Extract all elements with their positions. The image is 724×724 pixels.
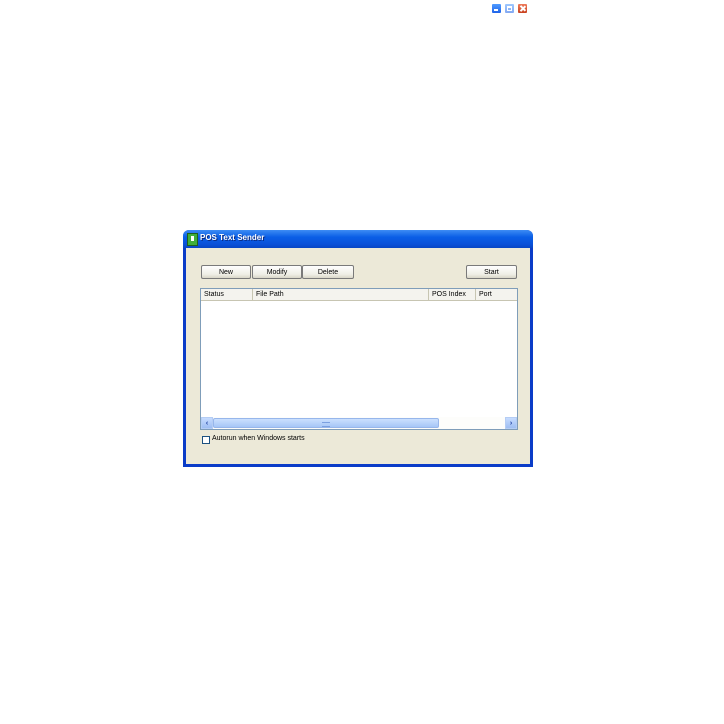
minimize-icon[interactable]: [491, 3, 502, 14]
column-header-file-path[interactable]: File Path: [253, 289, 429, 300]
modify-button[interactable]: Modify: [252, 265, 302, 279]
column-header-port[interactable]: Port: [476, 289, 517, 300]
window-title: POS Text Sender: [200, 233, 265, 242]
delete-button[interactable]: Delete: [302, 265, 354, 279]
scroll-left-icon[interactable]: ‹: [201, 417, 213, 429]
autorun-checkbox[interactable]: [202, 436, 210, 444]
new-button[interactable]: New: [201, 265, 251, 279]
scrollbar-thumb[interactable]: [213, 418, 439, 428]
close-icon[interactable]: [517, 3, 528, 14]
list-header: Status File Path POS Index Port: [201, 289, 517, 301]
file-list[interactable]: Status File Path POS Index Port ‹ ›: [200, 288, 518, 430]
scroll-right-icon[interactable]: ›: [505, 417, 517, 429]
column-header-status[interactable]: Status: [201, 289, 253, 300]
app-icon: [187, 233, 198, 246]
column-header-pos-index[interactable]: POS Index: [429, 289, 476, 300]
title-bar[interactable]: POS Text Sender: [183, 230, 533, 248]
start-button[interactable]: Start: [466, 265, 517, 279]
maximize-icon[interactable]: [504, 3, 515, 14]
horizontal-scrollbar[interactable]: ‹ ›: [201, 417, 517, 429]
autorun-label[interactable]: Autorun when Windows starts: [212, 435, 305, 442]
